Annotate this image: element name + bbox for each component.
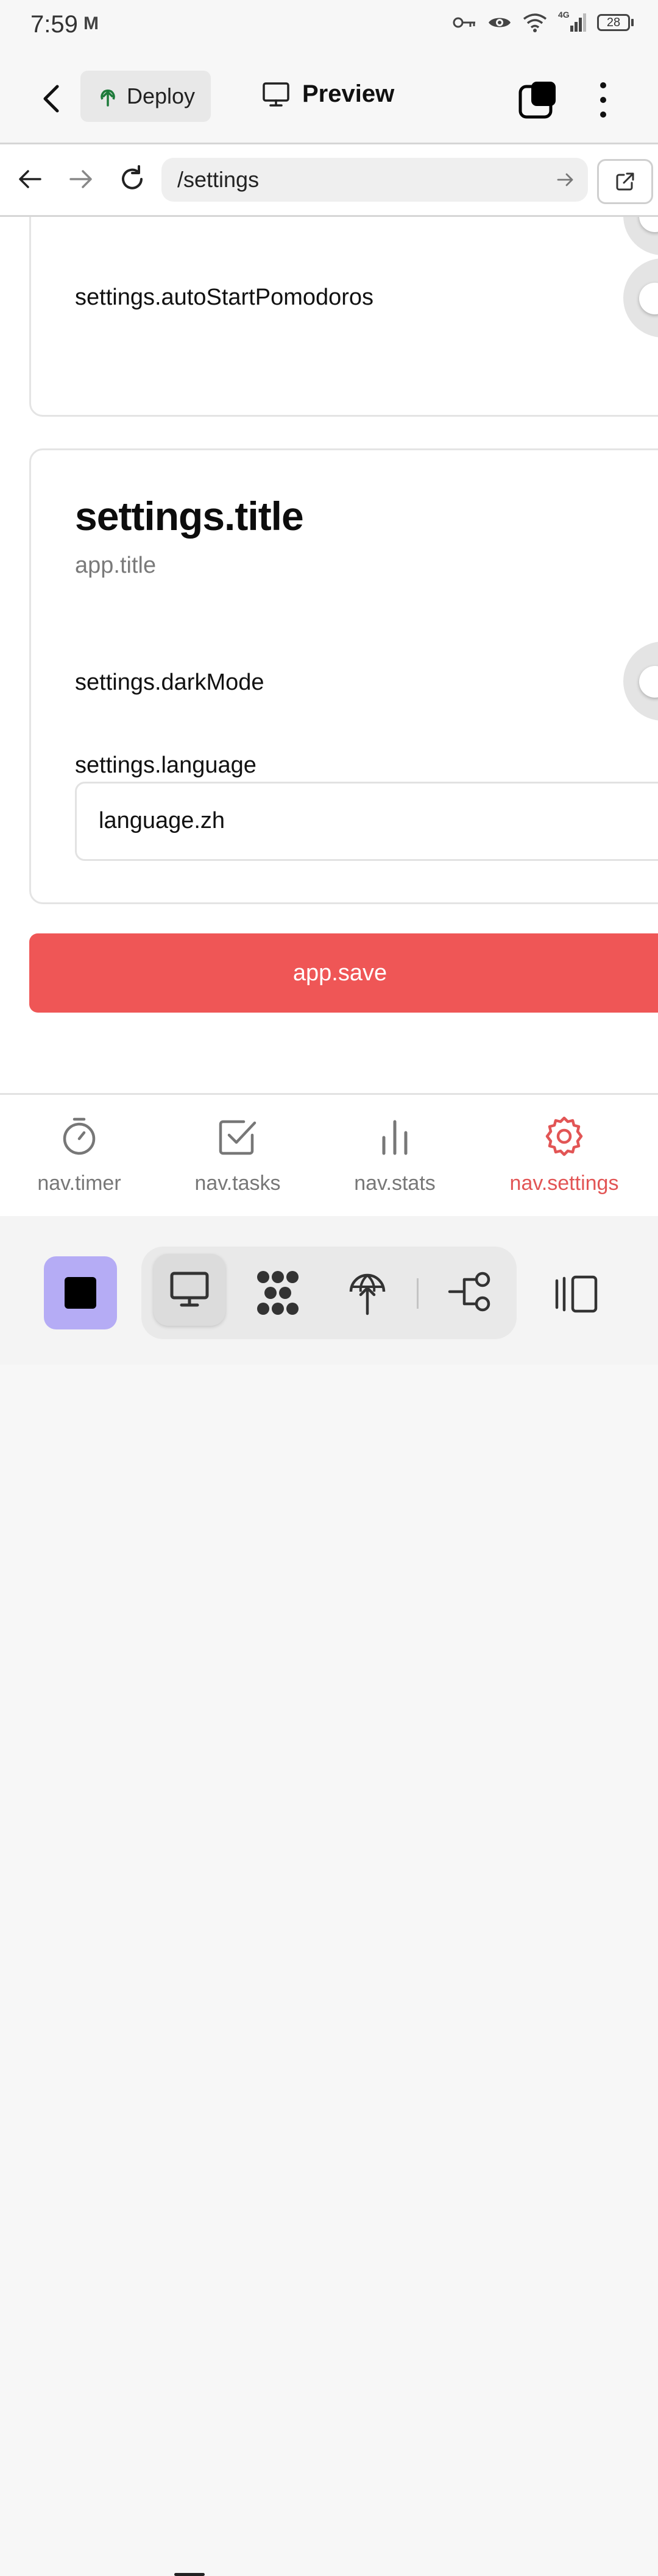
nav-back-icon[interactable]: [16, 165, 44, 193]
language-select[interactable]: language.zh: [75, 782, 658, 861]
save-button[interactable]: app.save: [29, 933, 658, 1013]
code-graph-icon[interactable]: [255, 1270, 301, 1316]
url-text[interactable]: /settings: [177, 167, 556, 193]
stop-button[interactable]: [44, 1256, 117, 1329]
external-link-icon: [616, 172, 634, 191]
card-title: settings.title: [75, 494, 304, 539]
workflow-icon[interactable]: [447, 1271, 492, 1312]
deploy-icon: [101, 89, 115, 107]
card-subtitle: app.title: [75, 553, 157, 578]
language-select-value: language.zh: [99, 808, 225, 833]
stop-icon: [65, 1277, 96, 1309]
language-label: settings.language: [75, 752, 256, 778]
preview-title: Preview: [262, 80, 394, 108]
battery-level: 28: [606, 15, 621, 29]
monitor-icon: [170, 1272, 209, 1307]
more-options-icon[interactable]: [594, 79, 612, 121]
auto-start-pomodoros-toggle[interactable]: [623, 258, 658, 338]
url-bar[interactable]: /settings: [161, 158, 588, 202]
browser-toolbar: /settings: [0, 144, 658, 217]
network-type: 4G: [558, 10, 570, 19]
deploy-label: Deploy: [127, 83, 196, 108]
dark-mode-label: settings.darkMode: [75, 670, 264, 695]
wifi-icon: [523, 13, 547, 32]
battery-icon: 28: [597, 14, 634, 31]
open-external-button[interactable]: [597, 159, 653, 204]
split-layout-icon[interactable]: [554, 1275, 600, 1314]
toolbar-divider: [417, 1278, 419, 1309]
back-arrow-icon[interactable]: [34, 80, 71, 117]
tab-label: nav.settings: [509, 1172, 619, 1195]
tabs-switcher-icon[interactable]: [518, 79, 559, 121]
settings-card-timer: settings.autoStartPomodoros: [29, 217, 658, 417]
save-label: app.save: [292, 960, 387, 986]
monitor-icon: [263, 82, 289, 107]
auto-start-pomodoros-label: settings.autoStartPomodoros: [75, 285, 374, 310]
status-time: 7:59: [30, 11, 78, 38]
publish-globe-icon[interactable]: [346, 1267, 389, 1316]
tab-label: nav.timer: [37, 1172, 121, 1195]
status-icons: 4G 28: [452, 10, 634, 33]
cell-signal-icon: 4G: [558, 10, 586, 33]
app-header: Deploy Preview: [0, 55, 658, 144]
status-bar: 7:59 M 4G 28: [0, 0, 658, 55]
tab-label: nav.tasks: [194, 1172, 281, 1195]
toggle-knob: [639, 283, 658, 314]
toggle-switch-partial[interactable]: [623, 217, 658, 255]
editor-toolbar: [0, 1216, 658, 2576]
home-indicator: [174, 2573, 205, 2576]
preview-label: Preview: [302, 80, 395, 107]
page-content: settings.autoStartPomodoros settings.tit…: [0, 217, 658, 1093]
mail-notification-icon: M: [83, 13, 99, 34]
key-icon: [453, 17, 475, 28]
toggle-knob: [639, 666, 658, 698]
settings-card-general: settings.title app.title settings.darkMo…: [29, 448, 658, 904]
tab-tasks[interactable]: nav.tasks: [158, 1095, 317, 1217]
dark-mode-toggle[interactable]: [623, 642, 658, 721]
gear-icon: [545, 1116, 583, 1156]
toggle-knob: [639, 217, 658, 232]
preview-mode-button[interactable]: [154, 1254, 225, 1326]
tab-label: nav.stats: [354, 1172, 436, 1195]
tab-stats[interactable]: nav.stats: [316, 1095, 474, 1217]
bottom-tab-nav: nav.timer nav.tasks nav.stats nav.settin…: [0, 1093, 658, 1217]
eye-icon: [489, 18, 511, 27]
deploy-button[interactable]: Deploy: [80, 71, 211, 122]
nav-forward-icon[interactable]: [67, 165, 95, 193]
tab-settings[interactable]: nav.settings: [485, 1095, 643, 1217]
go-arrow-icon[interactable]: [556, 171, 575, 189]
bar-chart-icon: [382, 1120, 408, 1155]
reload-icon[interactable]: [117, 164, 147, 194]
tab-timer[interactable]: nav.timer: [0, 1095, 158, 1217]
view-mode-group: [141, 1247, 517, 1339]
checkbox-icon: [219, 1120, 256, 1155]
stopwatch-icon: [63, 1117, 96, 1155]
